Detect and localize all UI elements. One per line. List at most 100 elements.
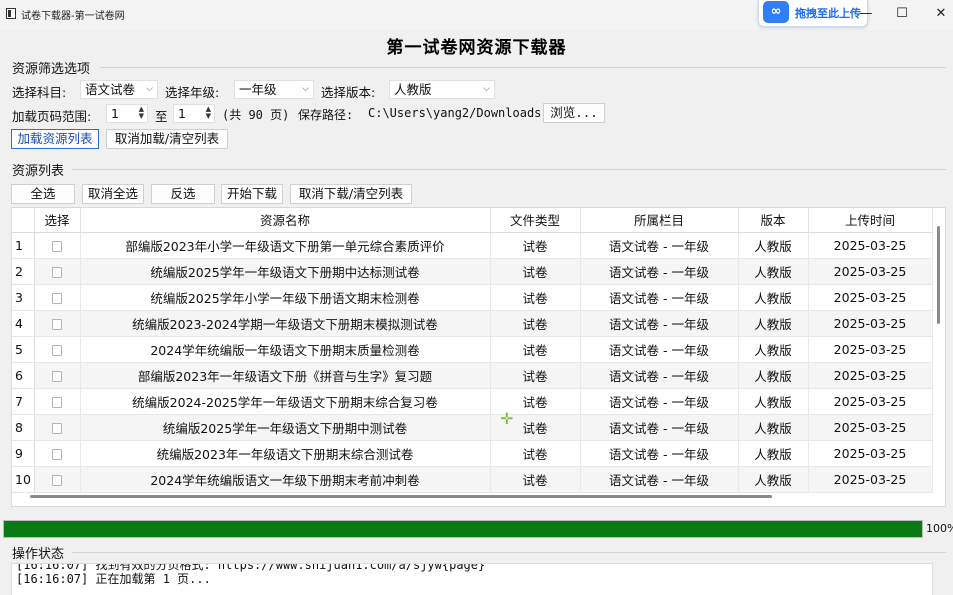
cancel-download-button[interactable]: 取消下载/清空列表 (290, 184, 412, 204)
invert-selection-button[interactable]: 反选 (151, 184, 215, 204)
row-number: 6 (12, 362, 35, 389)
column-header-version[interactable]: 版本 (738, 208, 809, 233)
row-checkbox[interactable] (52, 344, 62, 356)
maximize-button[interactable]: ☐ (888, 4, 916, 24)
horizontal-scrollbar[interactable] (30, 495, 772, 498)
table-header-row: 选择 资源名称 文件类型 所属栏目 版本 上传时间 (12, 208, 933, 233)
cloud-icon: ∞ (763, 1, 789, 23)
cancel-load-button[interactable]: 取消加载/清空列表 (106, 129, 228, 149)
row-type: 试卷 (490, 466, 581, 493)
row-name: 统编版2025学年小学一年级下册语文期末检测卷 (80, 284, 491, 311)
row-checkbox[interactable] (52, 266, 62, 278)
row-type: 试卷 (490, 440, 581, 467)
row-name: 统编版2023年一年级语文下册期末综合测试卷 (80, 440, 491, 467)
version-label: 选择版本: (321, 85, 376, 100)
resource-table[interactable]: 选择 资源名称 文件类型 所属栏目 版本 上传时间 1 部编版2023年小学一年… (11, 207, 946, 507)
subject-label: 选择科目: (12, 85, 67, 100)
row-date: 2025-03-25 (808, 362, 933, 389)
subject-select[interactable]: 语文试卷 ⌵ (80, 80, 158, 99)
row-number: 1 (12, 232, 35, 259)
row-category: 语文试卷 - 一年级 (580, 284, 739, 311)
row-select-cell[interactable] (34, 414, 81, 441)
row-select-cell[interactable] (34, 466, 81, 493)
row-name: 部编版2023年一年级语文下册《拼音与生字》复习题 (80, 362, 491, 389)
table-row[interactable]: 9 统编版2023年一年级语文下册期末综合测试卷 试卷 语文试卷 - 一年级 人… (12, 440, 933, 467)
load-list-button[interactable]: 加载资源列表 (11, 129, 99, 149)
row-checkbox[interactable] (52, 370, 62, 382)
table-row[interactable]: 7 统编版2024-2025学年一年级语文下册期末综合复习卷 试卷 语文试卷 -… (12, 388, 933, 415)
browse-button[interactable]: 浏览... (543, 103, 605, 123)
row-date: 2025-03-25 (808, 440, 933, 467)
row-number: 9 (12, 440, 35, 467)
row-select-cell[interactable] (34, 310, 81, 337)
column-header-rownum (12, 208, 35, 233)
page-to-stepper[interactable]: 1 ▲ ▼ (173, 104, 215, 123)
stepper-arrows-icon[interactable]: ▲ ▼ (206, 106, 211, 120)
row-select-cell[interactable] (34, 232, 81, 259)
row-checkbox[interactable] (52, 474, 62, 486)
row-select-cell[interactable] (34, 388, 81, 415)
grade-select[interactable]: 一年级 ⌵ (234, 80, 314, 99)
save-path-label: 保存路径: (298, 108, 354, 122)
row-name: 统编版2024-2025学年一年级语文下册期末综合复习卷 (80, 388, 491, 415)
grade-label: 选择年级: (165, 85, 220, 100)
row-select-cell[interactable] (34, 440, 81, 467)
row-version: 人教版 (738, 284, 809, 311)
row-checkbox[interactable] (52, 422, 62, 434)
row-category: 语文试卷 - 一年级 (580, 258, 739, 285)
app-icon (6, 8, 16, 19)
table-row[interactable]: 2 统编版2025学年一年级语文下册期中达标测试卷 试卷 语文试卷 - 一年级 … (12, 258, 933, 285)
column-header-type[interactable]: 文件类型 (490, 208, 581, 233)
list-section-title: 资源列表 (12, 164, 65, 179)
row-name: 统编版2023-2024学期一年级语文下册期末模拟测试卷 (80, 310, 491, 337)
vertical-scrollbar[interactable] (937, 226, 940, 324)
column-header-select[interactable]: 选择 (34, 208, 81, 233)
close-button[interactable]: ✕ (927, 4, 953, 24)
minimize-button[interactable]: — (852, 4, 880, 24)
row-select-cell[interactable] (34, 336, 81, 363)
row-type: 试卷 (490, 232, 581, 259)
select-all-button[interactable]: 全选 (11, 184, 75, 204)
table-row[interactable]: 5 2024学年统编版一年级语文下册期末质量检测卷 试卷 语文试卷 - 一年级 … (12, 336, 933, 363)
row-checkbox[interactable] (52, 292, 62, 304)
row-category: 语文试卷 - 一年级 (580, 388, 739, 415)
row-select-cell[interactable] (34, 284, 81, 311)
row-number: 2 (12, 258, 35, 285)
column-header-category[interactable]: 所属栏目 (580, 208, 739, 233)
row-checkbox[interactable] (52, 318, 62, 330)
chevron-down-icon: ⌵ (483, 84, 490, 94)
row-category: 语文试卷 - 一年级 (580, 414, 739, 441)
status-log[interactable]: [16:16:07] 找到有效的分页格式: https://www.shijua… (11, 563, 933, 595)
page-from-value: 1 (111, 106, 119, 121)
row-category: 语文试卷 - 一年级 (580, 466, 739, 493)
row-checkbox[interactable] (52, 240, 62, 252)
row-checkbox[interactable] (52, 396, 62, 408)
table-row[interactable]: 4 统编版2023-2024学期一年级语文下册期末模拟测试卷 试卷 语文试卷 -… (12, 310, 933, 337)
table-row[interactable]: 10 2024学年统编版语文一年级下册期末考前冲刺卷 试卷 语文试卷 - 一年级… (12, 466, 933, 493)
row-checkbox[interactable] (52, 448, 62, 460)
log-line: [16:16:07] 找到有效的分页格式: https://www.shijua… (16, 563, 486, 572)
row-category: 语文试卷 - 一年级 (580, 440, 739, 467)
row-number: 4 (12, 310, 35, 337)
start-download-button[interactable]: 开始下载 (221, 184, 283, 204)
row-select-cell[interactable] (34, 258, 81, 285)
row-date: 2025-03-25 (808, 414, 933, 441)
deselect-all-button[interactable]: 取消全选 (82, 184, 144, 204)
row-date: 2025-03-25 (808, 284, 933, 311)
page-from-stepper[interactable]: 1 ▲ ▼ (106, 104, 148, 123)
table-row[interactable]: 6 部编版2023年一年级语文下册《拼音与生字》复习题 试卷 语文试卷 - 一年… (12, 362, 933, 389)
row-type: 试卷 (490, 310, 581, 337)
version-select[interactable]: 人教版 ⌵ (389, 80, 495, 99)
column-header-name[interactable]: 资源名称 (80, 208, 491, 233)
row-name: 2024学年统编版语文一年级下册期末考前冲刺卷 (80, 466, 491, 493)
row-select-cell[interactable] (34, 362, 81, 389)
row-version: 人教版 (738, 310, 809, 337)
row-type: 试卷 (490, 336, 581, 363)
section-divider (72, 552, 946, 553)
table-row[interactable]: 3 统编版2025学年小学一年级下册语文期末检测卷 试卷 语文试卷 - 一年级 … (12, 284, 933, 311)
stepper-arrows-icon[interactable]: ▲ ▼ (139, 106, 144, 120)
table-row[interactable]: 8 统编版2025学年一年级语文下册期中测试卷 试卷 语文试卷 - 一年级 人教… (12, 414, 933, 441)
page-to-value: 1 (178, 106, 186, 121)
table-row[interactable]: 1 部编版2023年小学一年级语文下册第一单元综合素质评价 试卷 语文试卷 - … (12, 232, 933, 259)
column-header-date[interactable]: 上传时间 (808, 208, 933, 233)
